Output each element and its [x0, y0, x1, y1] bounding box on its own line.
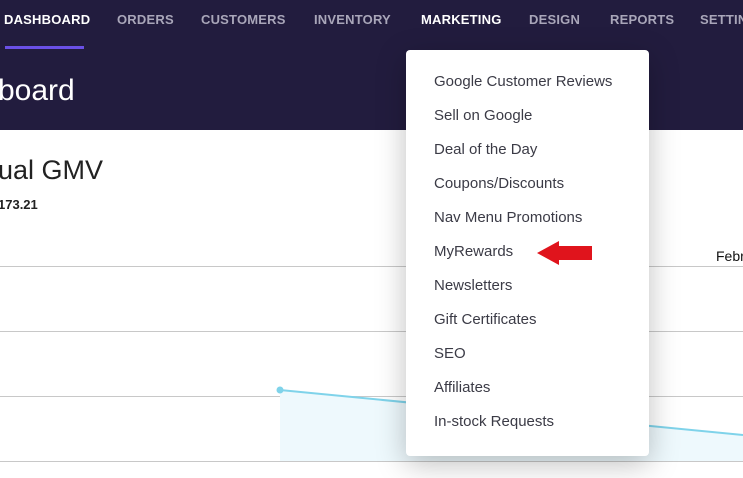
chart-point [276, 386, 284, 394]
menu-item-affiliates[interactable]: Affiliates [434, 379, 490, 396]
menu-item-gift-certificates[interactable]: Gift Certificates [434, 311, 537, 328]
menu-item-nav-menu-promotions[interactable]: Nav Menu Promotions [434, 209, 582, 226]
menu-item-seo[interactable]: SEO [434, 345, 466, 362]
marketing-dropdown: Google Customer Reviews Sell on Google D… [406, 50, 649, 456]
menu-item-google-customer-reviews[interactable]: Google Customer Reviews [434, 73, 612, 90]
menu-item-coupons-discounts[interactable]: Coupons/Discounts [434, 175, 564, 192]
red-arrow-icon [537, 241, 592, 265]
menu-item-myrewards[interactable]: MyRewards [434, 243, 513, 260]
menu-item-in-stock-requests[interactable]: In-stock Requests [434, 413, 554, 430]
menu-item-newsletters[interactable]: Newsletters [434, 277, 512, 294]
menu-item-deal-of-the-day[interactable]: Deal of the Day [434, 141, 537, 158]
menu-item-sell-on-google[interactable]: Sell on Google [434, 107, 532, 124]
